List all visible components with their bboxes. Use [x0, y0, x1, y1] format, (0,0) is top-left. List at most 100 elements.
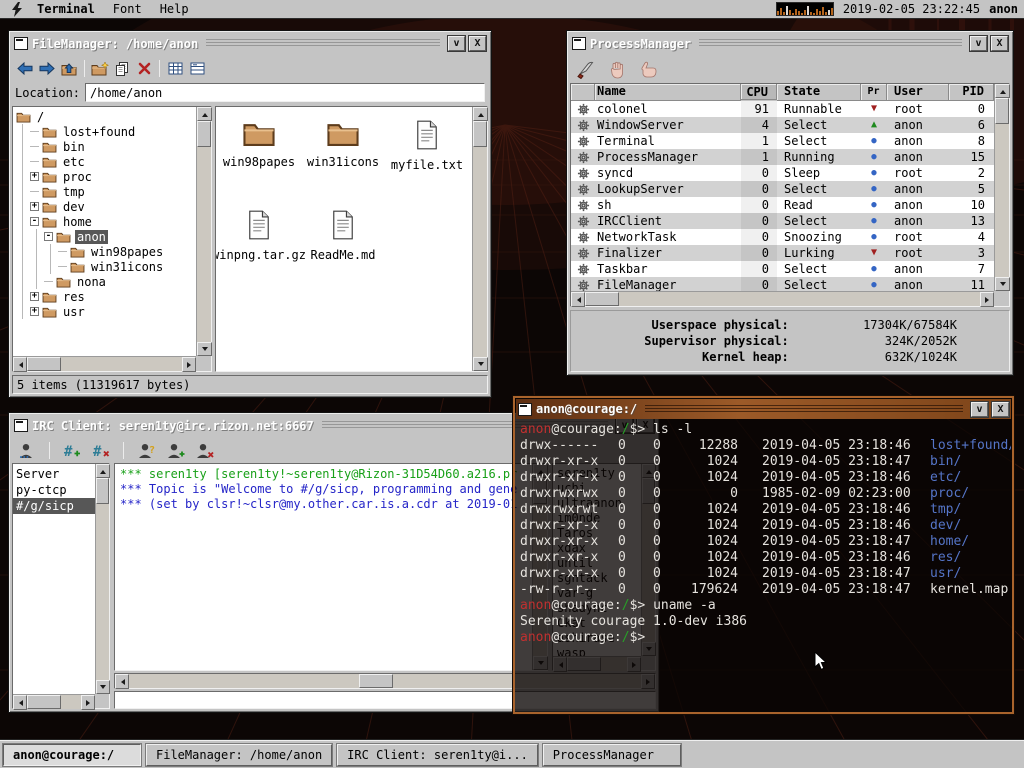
new-folder-icon[interactable]: [89, 59, 111, 79]
process-row[interactable]: Taskbar0Select●anon7: [571, 261, 994, 277]
process-row[interactable]: Finalizer0Lurking▼root3: [571, 245, 994, 261]
system-menu-icon[interactable]: [6, 0, 28, 19]
user-info-icon[interactable]: [16, 441, 38, 461]
tree-item-nona[interactable]: nona: [13, 274, 196, 289]
close-button[interactable]: X: [992, 402, 1009, 417]
add-user-icon[interactable]: [164, 441, 186, 461]
scroll-right-button[interactable]: [182, 357, 196, 372]
scroll-track[interactable]: [27, 357, 182, 371]
whois-user-icon[interactable]: ?: [135, 441, 157, 461]
process-row[interactable]: NetworkTask0Snoozing●root4: [571, 229, 994, 245]
scroll-thumb[interactable]: [995, 98, 1009, 124]
tree-item-usr[interactable]: +usr: [13, 304, 196, 319]
scroll-track[interactable]: [27, 695, 81, 709]
column-header-cpu[interactable]: CPU: [741, 84, 777, 100]
menu-help[interactable]: Help: [151, 1, 198, 17]
process-row[interactable]: Terminal1Select●anon8: [571, 133, 994, 149]
column-header-pr[interactable]: Pr: [861, 84, 887, 101]
scroll-thumb[interactable]: [359, 674, 393, 688]
taskbar-button[interactable]: IRC Client: seren1ty@i...: [337, 744, 538, 766]
tree-item-anon[interactable]: -anon: [13, 229, 196, 244]
file-item[interactable]: win98papes: [217, 115, 301, 205]
files-vertical-scrollbar[interactable]: [472, 107, 487, 371]
window-processmanager[interactable]: ProcessManager v X NameCPUStatePrUserPID…: [566, 30, 1014, 376]
tree-item-lost-found[interactable]: lost+found: [13, 124, 196, 139]
join-channel-icon[interactable]: #: [61, 441, 83, 461]
window-terminal[interactable]: anon@courage:/ v X anon@courage:/$> ls -…: [513, 396, 1014, 714]
scroll-thumb[interactable]: [473, 121, 487, 147]
column-header-state[interactable]: State: [777, 84, 861, 101]
process-row[interactable]: IRCClient0Select●anon13: [571, 213, 994, 229]
menu-terminal[interactable]: Terminal: [28, 1, 104, 17]
tree-item-res[interactable]: +res: [13, 289, 196, 304]
process-row[interactable]: syncd0Sleep●root2: [571, 165, 994, 181]
scroll-right-button[interactable]: [81, 695, 95, 710]
scroll-track[interactable]: [473, 121, 487, 357]
terminal-titlebar[interactable]: anon@courage:/ v X: [516, 399, 1011, 419]
back-icon[interactable]: [14, 59, 36, 79]
scroll-left-button[interactable]: [115, 674, 129, 689]
forward-icon[interactable]: [36, 59, 58, 79]
scroll-down-button[interactable]: [197, 342, 212, 356]
table-horizontal-scrollbar[interactable]: [571, 291, 994, 306]
remove-user-icon[interactable]: [193, 441, 215, 461]
grid-view-icon[interactable]: [164, 59, 186, 79]
scroll-thumb[interactable]: [96, 478, 109, 504]
up-icon[interactable]: [58, 59, 80, 79]
tree-item-tmp[interactable]: tmp: [13, 184, 196, 199]
copy-icon[interactable]: [111, 59, 133, 79]
column-header-pid[interactable]: PID: [949, 84, 994, 101]
delete-icon[interactable]: [133, 59, 155, 79]
expand-icon[interactable]: +: [30, 307, 39, 316]
process-row[interactable]: ProcessManager1Running●anon15: [571, 149, 994, 165]
file-item[interactable]: ReadMe.md: [301, 205, 385, 295]
channel-item[interactable]: Server: [13, 466, 95, 482]
taskbar-button[interactable]: FileManager: /home/anon: [146, 744, 332, 766]
tree-item-home[interactable]: -home: [13, 214, 196, 229]
process-row[interactable]: sh0Read●anon10: [571, 197, 994, 213]
scroll-track[interactable]: [96, 478, 109, 680]
tree-item-proc[interactable]: +proc: [13, 169, 196, 184]
process-row[interactable]: LookupServer0Select●anon5: [571, 181, 994, 197]
scroll-down-button[interactable]: [473, 357, 488, 371]
scroll-track[interactable]: [585, 292, 980, 306]
taskbar-button[interactable]: anon@courage:/: [3, 744, 141, 766]
close-button[interactable]: X: [991, 36, 1008, 51]
scroll-down-button[interactable]: [96, 680, 110, 694]
fm-titlebar[interactable]: FileManager: /home/anon v X: [12, 34, 488, 53]
file-item[interactable]: win31icons: [301, 115, 385, 205]
part-channel-icon[interactable]: #: [90, 441, 112, 461]
channels-horizontal-scrollbar[interactable]: [13, 694, 95, 709]
scroll-thumb[interactable]: [27, 357, 61, 371]
taskbar-button[interactable]: ProcessManager: [543, 744, 681, 766]
process-row[interactable]: WindowServer4Select▲anon6: [571, 117, 994, 133]
stop-icon[interactable]: [606, 60, 628, 80]
scroll-thumb[interactable]: [27, 695, 61, 709]
tree-item-etc[interactable]: etc: [13, 154, 196, 169]
process-row[interactable]: FileManager0Select●anon11: [571, 277, 994, 291]
kill-icon[interactable]: [575, 60, 597, 80]
process-row[interactable]: colonel91Runnable▼root0: [571, 101, 994, 117]
scroll-left-button[interactable]: [13, 695, 27, 710]
scroll-up-button[interactable]: [197, 107, 212, 121]
channels-vertical-scrollbar[interactable]: [95, 464, 109, 694]
terminal-output[interactable]: anon@courage:/$> ls -ldrwx------00122882…: [516, 419, 1011, 711]
tree-item-win98papes[interactable]: win98papes: [13, 244, 196, 259]
tree-item-dev[interactable]: +dev: [13, 199, 196, 214]
scroll-right-button[interactable]: [980, 292, 994, 307]
collapse-icon[interactable]: -: [44, 232, 53, 241]
tree-item-bin[interactable]: bin: [13, 139, 196, 154]
file-item[interactable]: winpng.tar.gz: [217, 205, 301, 295]
scroll-thumb[interactable]: [197, 121, 211, 147]
close-button[interactable]: X: [469, 36, 486, 51]
channel-item[interactable]: py-ctcp: [13, 482, 95, 498]
column-header-name[interactable]: Name: [595, 84, 741, 101]
list-view-icon[interactable]: [186, 59, 208, 79]
column-header-user[interactable]: User: [887, 84, 949, 101]
expand-icon[interactable]: +: [30, 202, 39, 211]
tree-horizontal-scrollbar[interactable]: [13, 356, 196, 371]
pm-titlebar[interactable]: ProcessManager v X: [570, 34, 1010, 53]
table-vertical-scrollbar[interactable]: [994, 84, 1009, 291]
window-filemanager[interactable]: FileManager: /home/anon v X Location: /l…: [8, 30, 492, 398]
menu-font[interactable]: Font: [104, 1, 151, 17]
